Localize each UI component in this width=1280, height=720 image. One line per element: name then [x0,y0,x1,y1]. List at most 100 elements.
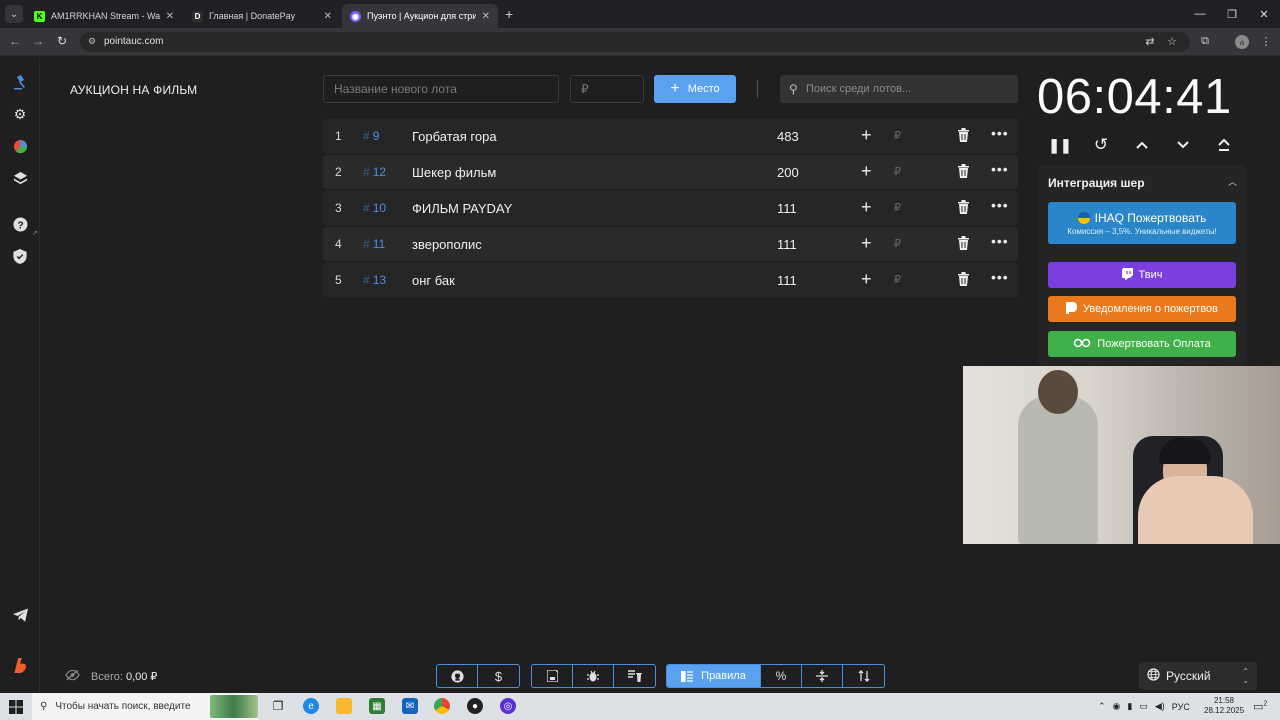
edge-icon[interactable]: e [303,698,319,714]
ihaq-donate-button[interactable]: IHAQ Пожертвовать Комиссия – 3,5%. Уника… [1048,202,1236,244]
add-amount-icon[interactable]: + [861,161,872,182]
volume-icon[interactable]: ◀) [1155,701,1165,712]
close-icon[interactable]: ✕ [482,11,490,22]
lot-id[interactable]: #12 [363,165,386,179]
obs-icon[interactable]: ◎ [500,698,516,714]
language-select[interactable]: Русский ⌃ ⌄ [1139,662,1257,690]
reset-icon[interactable]: ↺ [1091,135,1111,155]
trash-icon[interactable] [957,272,970,289]
boosty-icon[interactable] [10,655,30,675]
more-options-icon[interactable]: ••• [991,125,1009,141]
lot-name[interactable]: Шекер фильм [412,165,496,180]
github-icon[interactable] [437,665,478,687]
lot-name-input[interactable] [324,76,558,102]
shield-icon[interactable] [10,246,30,266]
extensions-icon[interactable]: ⧉ [1198,35,1212,48]
pause-icon[interactable]: ❚❚ [1048,135,1071,155]
back-icon[interactable]: ← [7,34,23,48]
add-lot-button[interactable]: + Место [654,75,736,103]
bug-icon[interactable] [573,665,614,687]
auction-gavel-icon[interactable] [10,72,30,92]
more-options-icon[interactable]: ••• [991,161,1009,177]
mail-icon[interactable]: ✉ [402,698,418,714]
store-icon[interactable]: ▦ [369,698,385,714]
percent-icon[interactable]: % [761,665,802,687]
add-amount-icon[interactable]: + [861,197,872,218]
lot-name[interactable]: зверополис [412,237,482,252]
settings-gear-icon[interactable]: ⚙ [10,104,30,124]
collapse-chevron-icon[interactable]: ︿ [1228,175,1237,188]
lot-name[interactable]: ФИЛЬМ PAYDAY [412,201,512,216]
site-info-icon[interactable]: ⚙ [88,36,96,47]
lot-name[interactable]: Горбатая гора [412,129,497,144]
lot-id[interactable]: #10 [363,201,386,215]
trash-icon[interactable] [957,164,970,181]
layers-icon[interactable] [10,168,30,188]
lot-currency[interactable]: ₽ [894,201,901,214]
tray-chevron-icon[interactable]: ⌃ [1098,701,1106,712]
bookmark-star-icon[interactable]: ☆ [1165,35,1179,48]
add-amount-icon[interactable]: + [861,233,872,254]
more-options-icon[interactable]: ••• [991,197,1009,213]
task-view-icon[interactable]: ❐ [270,698,286,714]
network-icon[interactable]: ▭ [1139,701,1148,712]
chrome-icon[interactable] [434,698,450,714]
tray-language[interactable]: РУС [1172,702,1190,712]
lot-name-field[interactable] [323,75,559,103]
profile-avatar[interactable]: a [1235,35,1249,49]
chevron-up-icon[interactable] [1132,135,1152,155]
close-icon[interactable]: ✕ [166,11,174,22]
close-window-icon[interactable]: ✕ [1248,0,1280,28]
new-tab-icon[interactable]: + [505,6,513,22]
trash-icon[interactable] [957,128,970,145]
reload-icon[interactable]: ↻ [54,34,70,48]
file-explorer-icon[interactable] [336,698,352,714]
lot-id[interactable]: #11 [363,237,385,251]
usb-icon[interactable]: ▮ [1127,701,1132,712]
lot-search-field[interactable]: ⚲ [780,75,1018,103]
save-icon[interactable] [532,665,573,687]
wheel-chart-icon[interactable] [10,136,30,156]
lot-amount-field[interactable] [570,75,644,103]
dollar-icon[interactable]: $ [478,665,519,687]
address-bar[interactable]: ⚙ pointauc.com [80,32,1190,52]
tab-pointauc[interactable]: ◉ Пуэнто | Аукцион для стримеров ✕ [342,4,498,28]
sort-icon[interactable] [843,665,884,687]
lot-currency[interactable]: ₽ [894,273,901,286]
eye-off-icon[interactable] [65,669,80,684]
add-amount-icon[interactable]: + [861,125,872,146]
tray-app-icon[interactable]: ◉ [1113,701,1121,712]
twitch-button[interactable]: Твич [1048,262,1236,288]
close-icon[interactable]: ✕ [324,11,332,22]
rules-button[interactable]: Правила [667,665,761,687]
double-chevron-up-icon[interactable] [1214,135,1234,155]
donation-alerts-button[interactable]: Уведомления о пожертвов [1048,296,1236,322]
app-icon[interactable]: ● [467,698,483,714]
lot-currency[interactable]: ₽ [894,129,901,142]
lot-id[interactable]: #9 [363,129,379,143]
donate-pay-button[interactable]: Пожертвовать Оплата [1048,331,1236,357]
help-icon[interactable]: ? [10,214,30,234]
trash-icon[interactable] [957,236,970,253]
trash-icon[interactable] [957,200,970,217]
lot-search-input[interactable] [806,75,1006,103]
tab-kick-stream[interactable]: K AM1RRKHAN Stream - Watch L ✕ [26,4,182,28]
lot-currency[interactable]: ₽ [894,165,901,178]
tab-donatepay[interactable]: D Главная | DonatePay ✕ [184,4,340,28]
more-options-icon[interactable]: ••• [991,233,1009,249]
chevron-down-icon[interactable] [1173,135,1193,155]
telegram-icon[interactable] [10,605,30,625]
minimize-icon[interactable]: — [1184,0,1216,28]
windows-start-icon[interactable] [8,699,24,715]
compact-view-icon[interactable] [802,665,843,687]
lot-id[interactable]: #13 [363,273,386,287]
translate-icon[interactable]: ⇄ [1143,35,1157,48]
forward-icon[interactable]: → [30,34,46,48]
clear-list-icon[interactable] [614,665,655,687]
lot-amount-input[interactable] [571,76,643,102]
notifications-icon[interactable]: ▭2 [1253,700,1267,713]
maximize-icon[interactable]: ❐ [1216,0,1248,28]
add-amount-icon[interactable]: + [861,269,872,290]
browser-menu-icon[interactable]: ⋮ [1259,35,1273,48]
more-options-icon[interactable]: ••• [991,269,1009,285]
